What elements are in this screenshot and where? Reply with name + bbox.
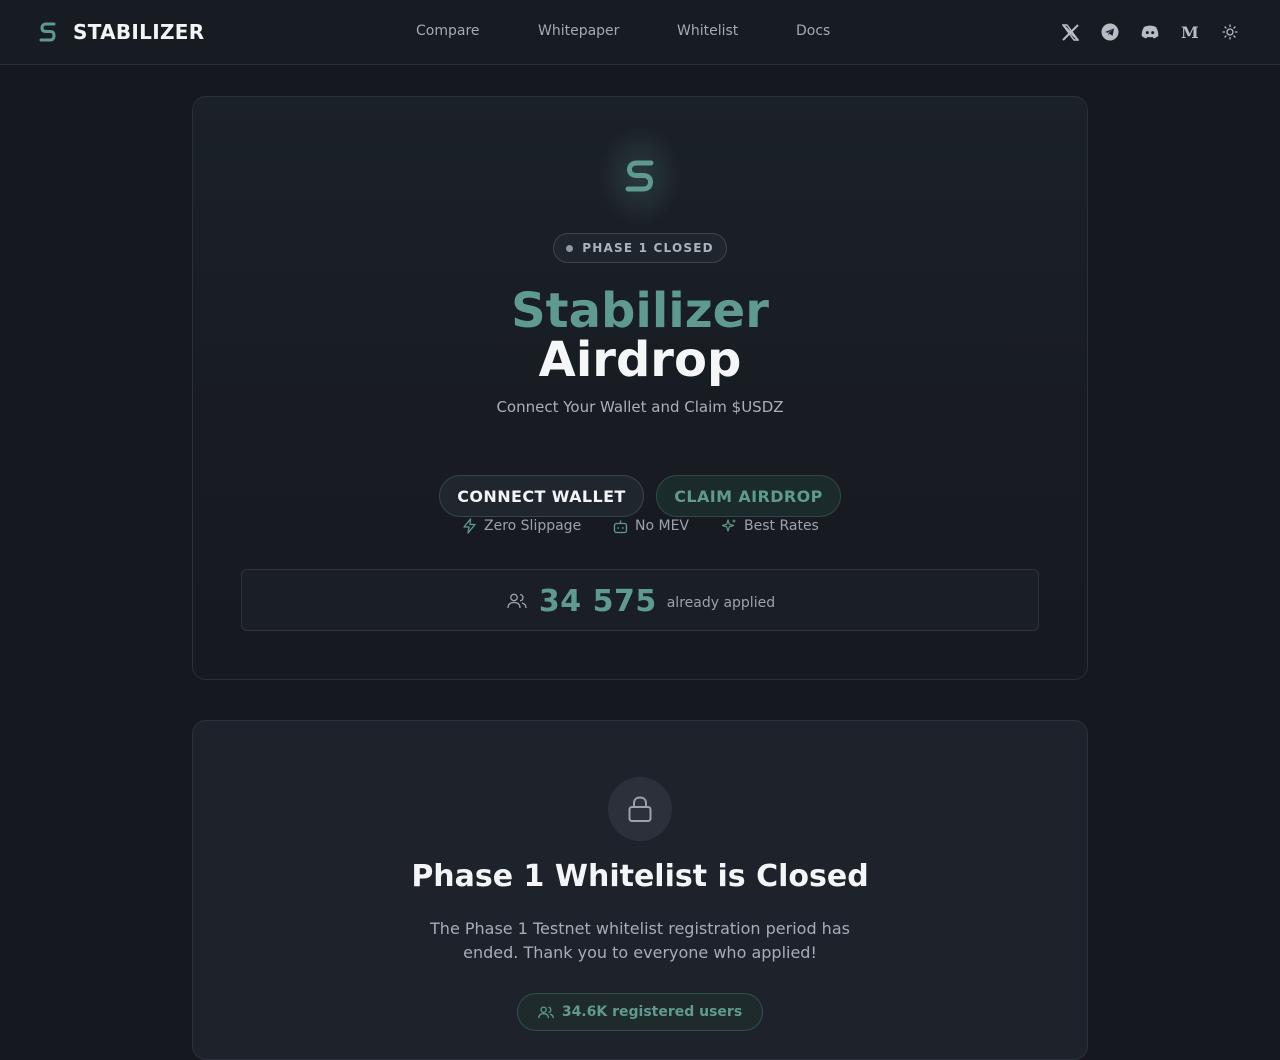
hero-subtitle: Connect Your Wallet and Claim $USDZ — [496, 398, 784, 416]
nav-compare[interactable]: Compare — [416, 23, 480, 39]
phase-status-badge: PHASE 1 CLOSED — [553, 233, 727, 263]
hero-title-line2: Airdrop — [538, 332, 742, 388]
top-navigation-bar: STABILIZER Compare Whitepaper Whitelist … — [0, 0, 1280, 65]
feature-label: Best Rates — [744, 518, 819, 534]
x-icon[interactable] — [1060, 22, 1080, 42]
connect-wallet-button[interactable]: CONNECT WALLET — [439, 475, 644, 517]
discord-icon[interactable] — [1140, 22, 1160, 42]
status-dot — [566, 244, 574, 252]
lightning-icon — [463, 518, 476, 534]
badge-label: PHASE 1 CLOSED — [582, 241, 714, 255]
applied-label: already applied — [666, 595, 776, 611]
feature-zero-slippage: Zero Slippage — [462, 518, 581, 534]
feature-no-mev: No MEV — [613, 518, 689, 534]
hero-title-line1: Stabilizer — [511, 283, 769, 339]
whitelist-title: Phase 1 Whitelist is Closed — [411, 859, 869, 894]
svg-text:M: M — [1181, 24, 1199, 40]
claim-airdrop-button[interactable]: CLAIM AIRDROP — [656, 475, 841, 517]
nav-whitepaper[interactable]: Whitepaper — [538, 23, 619, 39]
telegram-icon[interactable] — [1100, 22, 1120, 42]
lock-badge — [608, 777, 672, 841]
users-icon — [537, 1005, 554, 1018]
feature-best-rates: Best Rates — [721, 518, 819, 534]
applied-count: 34 575 — [538, 583, 657, 619]
feature-label: Zero Slippage — [484, 518, 582, 534]
registered-users-label: 34.6K registered users — [561, 1004, 743, 1020]
lock-icon — [628, 796, 652, 822]
theme-toggle-icon[interactable] — [1220, 22, 1240, 42]
social-links: M — [1060, 22, 1240, 42]
bot-icon — [613, 520, 628, 533]
feature-list: Zero Slippage No MEV Best Rates — [0, 518, 1280, 536]
registered-users-pill: 34.6K registered users — [517, 993, 763, 1031]
nav-whitelist[interactable]: Whitelist — [677, 23, 738, 39]
users-icon — [507, 593, 527, 609]
medium-icon[interactable]: M — [1180, 22, 1200, 42]
sparkles-icon — [721, 519, 736, 532]
nav-docs[interactable]: Docs — [796, 23, 830, 39]
applied-counter-box: 34 575 already applied — [241, 569, 1039, 631]
whitelist-description: The Phase 1 Testnet whitelist registrati… — [430, 919, 850, 962]
feature-label: No MEV — [635, 518, 689, 534]
stabilizer-logo-icon — [625, 160, 654, 192]
